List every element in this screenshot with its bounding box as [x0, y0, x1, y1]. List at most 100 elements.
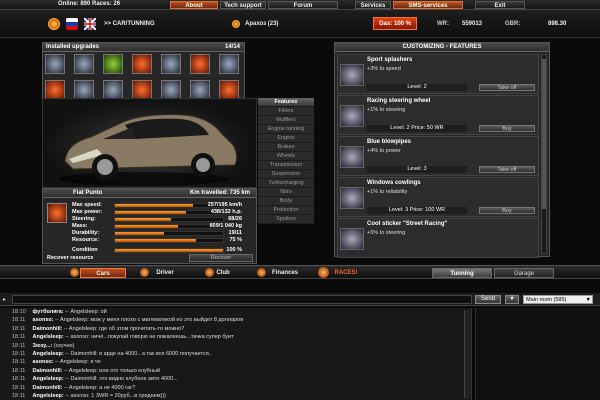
online-status: Online: 890 Races: 26: [58, 1, 121, 7]
item-name: Windows cowlings: [367, 180, 421, 186]
room-select-value: Main room (585): [526, 297, 567, 303]
stat-value: 859/1 040 kg: [209, 223, 242, 229]
message-text: -- Angelsleep: или это только клубный: [64, 367, 161, 374]
menu-about[interactable]: About: [170, 1, 218, 9]
feature-engine[interactable]: Engine: [258, 134, 314, 143]
item-action-button[interactable]: Take off: [479, 166, 535, 173]
menu-sms-services[interactable]: SMS-services: [393, 1, 463, 9]
upgrade-slot[interactable]: [219, 80, 239, 100]
item-effect: +1% to reliability: [367, 189, 408, 195]
feature-brakes[interactable]: Brakes: [258, 143, 314, 152]
customizing-panel: CUSTOMIZING - FEATURES Sport splashers +3…: [334, 42, 550, 258]
message-text: -- Angelsleep: где об этом прочитать-то …: [64, 325, 185, 332]
chat-options-icon[interactable]: ▼: [505, 295, 519, 304]
feature-turbocharging[interactable]: Turbocharging: [258, 179, 314, 188]
upgrade-slot[interactable]: [132, 54, 152, 74]
tab-garage[interactable]: Garage: [494, 268, 554, 278]
item-level: Level: 2 Price: 50 WR: [367, 125, 467, 132]
nav-club[interactable]: Club: [213, 268, 233, 278]
menu-tech-support[interactable]: Tech support: [220, 1, 266, 9]
km-travelled: Km travelled: 735 km: [189, 190, 250, 196]
feature-protection[interactable]: Protection: [258, 206, 314, 215]
feature-transmission[interactable]: Transmission: [258, 161, 314, 170]
player-name[interactable]: Арахоз (23): [245, 21, 278, 27]
nav-cars[interactable]: Cars: [80, 268, 126, 278]
tab-tunning[interactable]: Tunning: [432, 268, 492, 278]
item-action-button[interactable]: Take off: [479, 84, 535, 91]
upgrade-slot[interactable]: [161, 80, 181, 100]
upgrade-slot[interactable]: [74, 80, 94, 100]
driver-icon: [140, 268, 149, 277]
message-time: 18:10: [12, 309, 26, 315]
message-nick[interactable]: asonso:: [33, 317, 54, 323]
flag-uk-icon[interactable]: [83, 17, 97, 31]
upgrade-slot[interactable]: [45, 54, 65, 74]
message-text: -- Angelsleep: а не 4000 гаг?: [64, 384, 136, 391]
stat-bar: [114, 216, 224, 222]
menu-services[interactable]: Services: [355, 1, 391, 9]
item-thumbnail: [340, 228, 364, 250]
installed-upgrades-panel: Installed upgrades 14/14: [42, 42, 245, 104]
message-time: 18:11: [12, 384, 26, 391]
message-time: 18:11: [12, 392, 26, 399]
room-select[interactable]: Main room (585) ▼: [523, 295, 593, 304]
upgrade-slot[interactable]: [132, 80, 152, 100]
upgrade-slot[interactable]: [161, 54, 181, 74]
chat-scrollbar[interactable]: [464, 310, 471, 398]
message-time: 18:11: [12, 350, 26, 357]
stat-value: 100 %: [226, 247, 242, 253]
upgrades-header: Installed upgrades 14/14: [43, 43, 244, 52]
feature-body[interactable]: Body: [258, 197, 314, 206]
upgrade-slot[interactable]: [103, 54, 123, 74]
message-nick[interactable]: Angelsleep:: [33, 376, 64, 382]
item-effect: +3% to speed: [367, 66, 401, 72]
nav-finances[interactable]: Finances: [268, 268, 302, 278]
feature-nitro[interactable]: Nitro: [258, 188, 314, 197]
upgrade-slot[interactable]: [219, 54, 239, 74]
stat-bar-fill: [115, 224, 178, 228]
recover-button[interactable]: Recover: [189, 254, 253, 262]
customizing-scrollbar[interactable]: [541, 54, 547, 254]
message-nick[interactable]: Daimonhill:: [33, 368, 63, 374]
upgrade-slot[interactable]: [74, 54, 94, 74]
message-nick[interactable]: asonso:: [33, 359, 54, 365]
message-nick[interactable]: Daimonhill:: [33, 326, 63, 332]
message-nick[interactable]: Angelsleep:: [33, 351, 64, 357]
feature-suspension[interactable]: Suspension: [258, 170, 314, 179]
chat-bar: ▸ Send ▼ Main room (585) ▼: [0, 293, 600, 306]
chat-input[interactable]: [12, 295, 472, 304]
stat-label: Durability:: [72, 230, 100, 236]
item-name: Cool sticker "Street Racing": [367, 221, 448, 227]
car-stats-header: Fiat Punto Km travelled: 735 km: [43, 189, 256, 198]
feature-filters[interactable]: Filters: [258, 107, 314, 116]
feature-spoilers[interactable]: Spoilers: [258, 215, 314, 224]
message-nick[interactable]: футболяга:: [33, 309, 64, 315]
stat-bar: [114, 223, 224, 229]
feature-engine-tunning[interactable]: Engine tunning: [258, 125, 314, 134]
stat-bar-fill: [115, 231, 164, 235]
message-nick[interactable]: Angelsleep:: [33, 334, 64, 340]
game-logo-icon[interactable]: [48, 18, 60, 30]
upgrade-slot[interactable]: [190, 80, 210, 100]
message-text: -- Angelsleep: я чо: [55, 359, 101, 366]
message-nick[interactable]: Angelsleep:: [33, 393, 64, 399]
customizing-item: Sport splashers +3% to speed Level: 2 Take …: [337, 54, 539, 94]
flag-russia-icon[interactable]: [66, 18, 78, 30]
upgrade-slot[interactable]: [45, 80, 65, 100]
item-action-button[interactable]: Buy: [479, 125, 535, 132]
feature-mufflers[interactable]: Mufflers: [258, 116, 314, 125]
finances-icon: [257, 268, 266, 277]
feature-wheels[interactable]: Wheels: [258, 152, 314, 161]
message-nick[interactable]: Зюзу...:: [33, 343, 53, 349]
message-nick[interactable]: Daimonhill:: [33, 385, 63, 391]
send-button[interactable]: Send: [475, 295, 501, 304]
upgrade-slot[interactable]: [103, 80, 123, 100]
chat-log: 18:10 футболяга: -- Angelsleep: ой 18:11 …: [0, 308, 472, 400]
menu-forum[interactable]: Forum: [268, 1, 338, 9]
nav-races[interactable]: RACES!: [332, 268, 360, 278]
upgrade-slot[interactable]: [190, 54, 210, 74]
scroll-thumb[interactable]: [542, 59, 546, 209]
nav-driver[interactable]: Driver: [150, 268, 180, 278]
menu-exit[interactable]: Exit: [475, 1, 525, 9]
item-action-button[interactable]: Buy: [479, 207, 535, 214]
